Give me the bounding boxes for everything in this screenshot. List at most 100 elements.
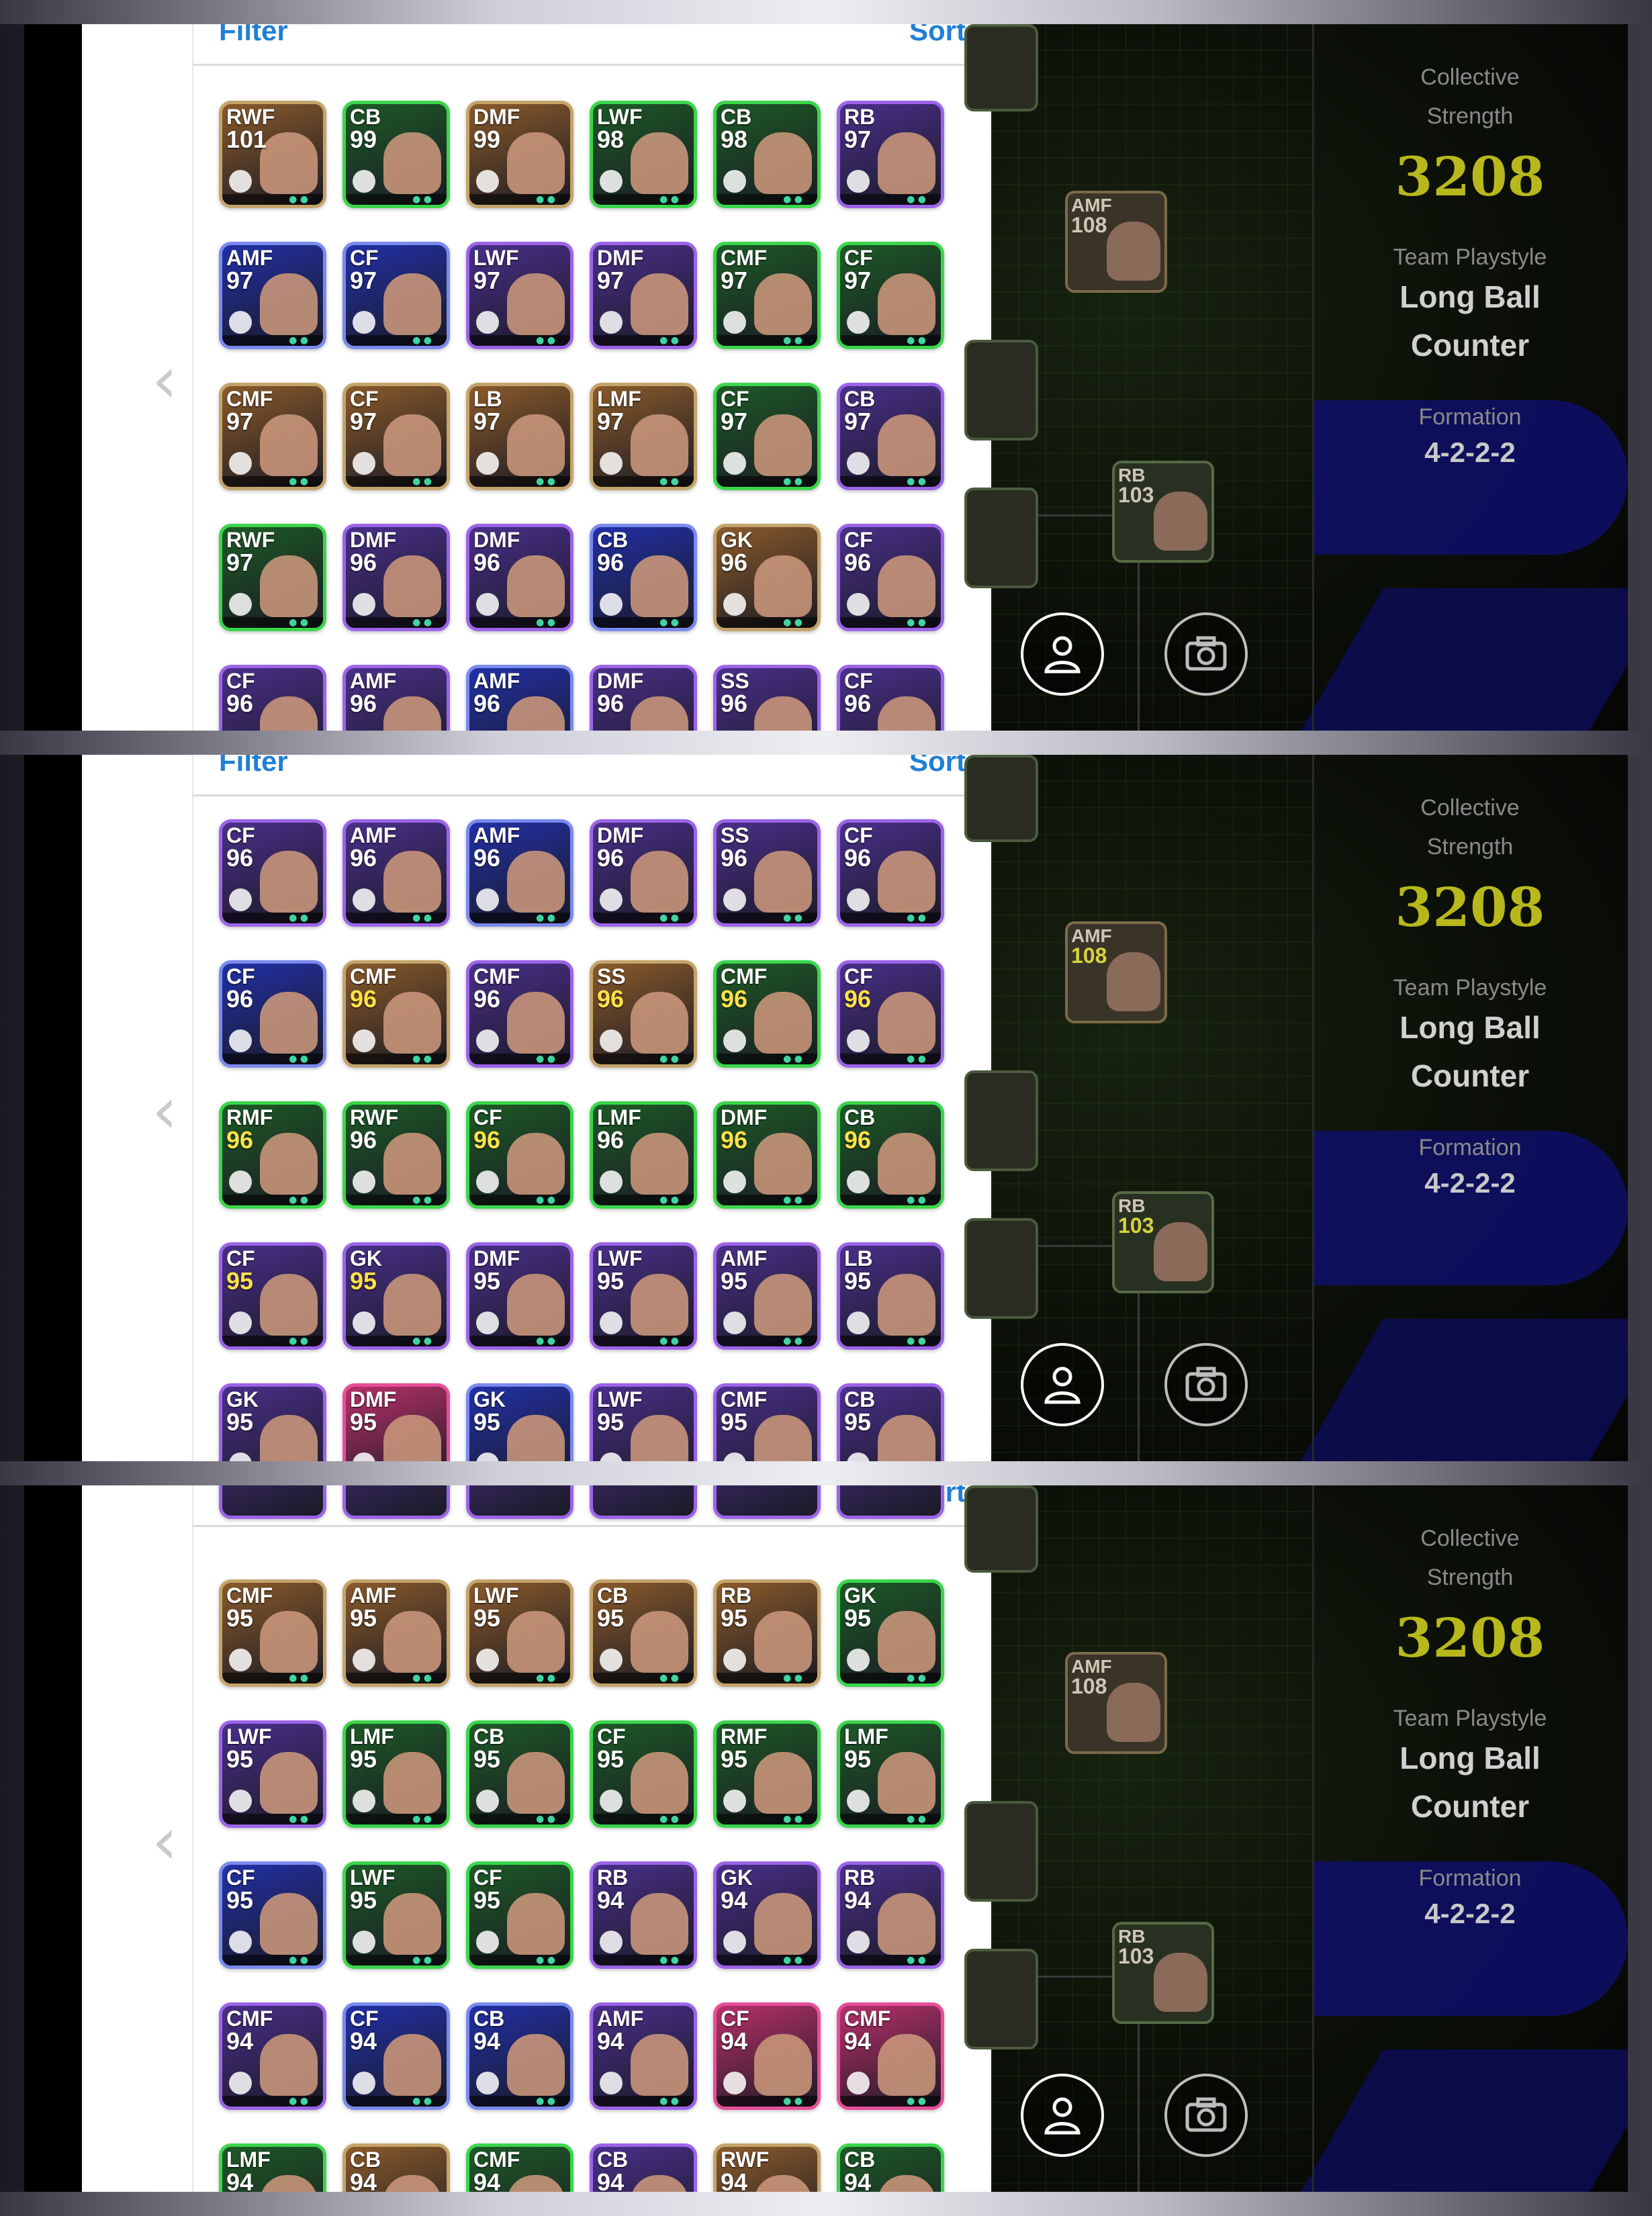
player-card[interactable]: LMF 96 ● ● (590, 1101, 697, 1209)
player-card[interactable]: LMF 95 ● ● (837, 1720, 944, 1828)
player-card[interactable]: AMF 94 ● ● (590, 2002, 697, 2110)
player-card[interactable]: LB 95 ● ● (837, 1242, 944, 1350)
player-card[interactable]: RB 94 ● ● (837, 1861, 944, 1969)
player-card[interactable]: CMF 94 ● ● (837, 2002, 944, 2110)
player-card-partial[interactable] (837, 1485, 944, 1519)
player-button[interactable] (1021, 2074, 1104, 2157)
player-card-partial[interactable] (964, 1949, 1038, 2049)
player-card[interactable]: CF 95 ● ● (219, 1861, 326, 1969)
player-card[interactable]: AMF 96 ● ● (342, 665, 450, 731)
player-card[interactable]: DMF 96 ● ● (713, 1101, 821, 1209)
player-card-partial[interactable] (219, 1485, 326, 1519)
player-card[interactable]: AMF 96 ● ● (342, 819, 450, 927)
chevron-left-icon[interactable]: ‹ (152, 1808, 192, 1875)
player-card[interactable]: CMF 94 ● ● (219, 2002, 326, 2110)
player-card[interactable]: DMF 96 ● ● (590, 665, 697, 731)
player-card[interactable]: LMF 97 ● ● (590, 383, 697, 490)
player-card[interactable]: AMF 95 ● ● (713, 1242, 821, 1350)
camera-button[interactable] (1164, 612, 1248, 696)
player-card[interactable]: RWF 97 ● ● (219, 524, 326, 631)
player-card[interactable]: LB 97 ● ● (466, 383, 573, 490)
player-card[interactable]: CF 94 ● ● (342, 2002, 450, 2110)
player-card-partial[interactable] (964, 1218, 1038, 1319)
player-card[interactable]: GK 95 ● ● (342, 1242, 450, 1350)
player-card[interactable]: CB 94 ● ● (590, 2143, 697, 2192)
formation-player-card[interactable]: RB 103 (1112, 461, 1214, 563)
player-card[interactable]: CF 96 ● ● (837, 819, 944, 927)
player-card[interactable]: GK 94 ● ● (713, 1861, 821, 1969)
player-card[interactable]: CMF 96 ● ● (713, 960, 821, 1068)
player-card[interactable]: RWF 96 ● ● (342, 1101, 450, 1209)
player-card[interactable]: DMF 96 ● ● (342, 524, 450, 631)
sort-button[interactable]: Sort (909, 24, 966, 47)
player-card[interactable]: CB 97 ● ● (837, 383, 944, 490)
player-card[interactable]: CMF 95 ● ● (713, 1383, 821, 1461)
player-card[interactable]: CF 96 ● ● (219, 665, 326, 731)
player-card[interactable]: GK 95 ● ● (837, 1579, 944, 1687)
player-card[interactable]: LWF 97 ● ● (466, 242, 573, 349)
player-card-partial[interactable] (342, 1485, 450, 1519)
player-card[interactable]: CF 96 ● ● (219, 960, 326, 1068)
chevron-left-icon[interactable]: ‹ (152, 347, 192, 414)
player-card[interactable]: DMF 96 ● ● (466, 524, 573, 631)
player-card-partial[interactable] (964, 1070, 1038, 1171)
player-card-partial[interactable] (713, 1485, 821, 1519)
filter-button[interactable]: Filter (219, 24, 288, 47)
player-card[interactable]: AMF 95 ● ● (342, 1579, 450, 1687)
player-card-partial[interactable] (590, 1485, 697, 1519)
player-card[interactable]: CMF 97 ● ● (219, 383, 326, 490)
player-card[interactable]: CMF 96 ● ● (342, 960, 450, 1068)
player-card[interactable]: CMF 94 ● ● (466, 2143, 573, 2192)
player-card-partial[interactable] (466, 1485, 573, 1519)
player-card-partial[interactable] (964, 1485, 1038, 1573)
player-card[interactable]: CF 97 ● ● (837, 242, 944, 349)
player-card[interactable]: CMF 97 ● ● (713, 242, 821, 349)
player-card[interactable]: CF 96 ● ● (837, 665, 944, 731)
player-card[interactable]: DMF 96 ● ● (590, 819, 697, 927)
player-card[interactable]: RWF 101 ● ● (219, 101, 326, 208)
player-card[interactable]: CB 96 ● ● (590, 524, 697, 631)
chevron-left-icon[interactable]: ‹ (152, 1077, 192, 1144)
player-card[interactable]: CB 95 ● ● (466, 1720, 573, 1828)
player-card[interactable]: CF 96 ● ● (466, 1101, 573, 1209)
player-card[interactable]: CF 94 ● ● (713, 2002, 821, 2110)
player-card-partial[interactable] (964, 340, 1038, 441)
player-card[interactable]: CF 95 ● ● (466, 1861, 573, 1969)
player-card[interactable]: AMF 96 ● ● (466, 819, 573, 927)
player-card[interactable]: CB 94 ● ● (837, 2143, 944, 2192)
player-card[interactable]: AMF 97 ● ● (219, 242, 326, 349)
player-card[interactable]: GK 95 ● ● (219, 1383, 326, 1461)
player-card[interactable]: CB 94 ● ● (466, 2002, 573, 2110)
player-card-partial[interactable] (964, 24, 1038, 111)
player-button[interactable] (1021, 612, 1104, 696)
formation-player-card[interactable]: AMF 108 (1065, 191, 1167, 293)
player-card[interactable]: CB 94 ● ● (342, 2143, 450, 2192)
player-card[interactable]: CF 95 ● ● (590, 1720, 697, 1828)
player-card[interactable]: CMF 96 ● ● (466, 960, 573, 1068)
player-card[interactable]: SS 96 ● ● (713, 819, 821, 927)
player-card[interactable]: CB 98 ● ● (713, 101, 821, 208)
player-card[interactable]: GK 96 ● ● (713, 524, 821, 631)
player-card[interactable]: LWF 95 ● ● (466, 1579, 573, 1687)
sort-button[interactable]: Sort (909, 755, 966, 778)
player-card[interactable]: CF 97 ● ● (713, 383, 821, 490)
player-card[interactable]: LMF 94 ● ● (219, 2143, 326, 2192)
player-card[interactable]: CB 95 ● ● (837, 1383, 944, 1461)
player-card[interactable]: CB 96 ● ● (837, 1101, 944, 1209)
player-card[interactable]: LMF 95 ● ● (342, 1720, 450, 1828)
player-card-partial[interactable] (964, 755, 1038, 842)
player-card[interactable]: RB 97 ● ● (837, 101, 944, 208)
player-card-partial[interactable] (964, 1801, 1038, 1902)
player-card[interactable]: CF 95 ● ● (219, 1242, 326, 1350)
player-card[interactable]: LWF 95 ● ● (342, 1861, 450, 1969)
player-card[interactable]: RB 94 ● ● (590, 1861, 697, 1969)
player-card[interactable]: DMF 97 ● ● (590, 242, 697, 349)
player-card-partial[interactable] (964, 488, 1038, 588)
player-card[interactable]: CF 96 ● ● (837, 524, 944, 631)
player-card[interactable]: DMF 95 ● ● (466, 1242, 573, 1350)
player-card[interactable]: LWF 98 ● ● (590, 101, 697, 208)
formation-player-card[interactable]: AMF 108 (1065, 1652, 1167, 1754)
player-card[interactable]: CMF 95 ● ● (219, 1579, 326, 1687)
player-button[interactable] (1021, 1343, 1104, 1426)
player-card[interactable]: LWF 95 ● ● (590, 1383, 697, 1461)
